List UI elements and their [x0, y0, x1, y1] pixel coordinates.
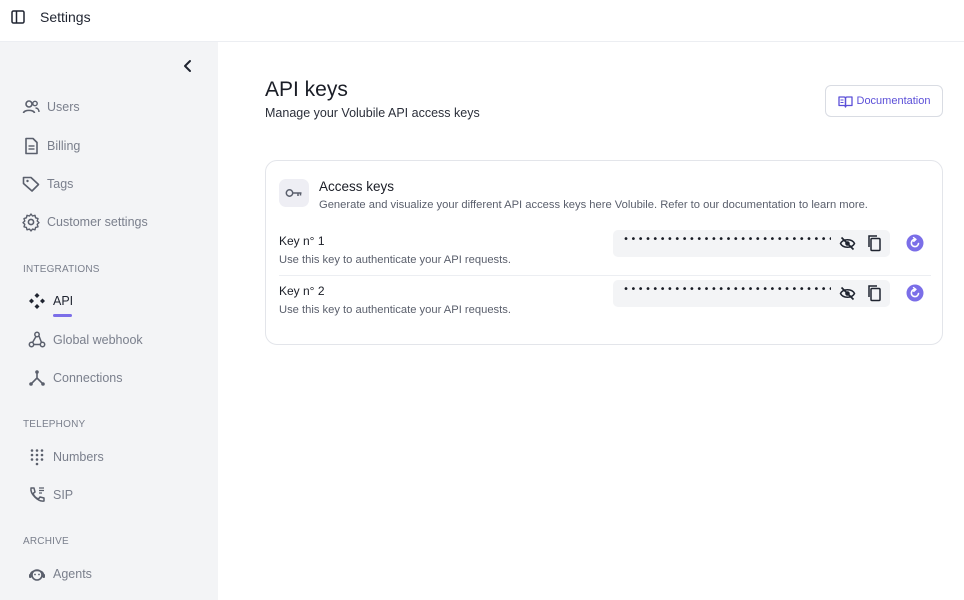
row-divider [279, 275, 931, 276]
sidebar-item-label: Agents [53, 567, 92, 581]
sidebar-item-label: Global webhook [53, 333, 143, 347]
eye-off-icon[interactable] [839, 285, 856, 302]
sidebar-item-sip[interactable]: SIP [27, 485, 73, 505]
chevron-left-icon[interactable] [180, 58, 196, 74]
sidebar-item-label: Numbers [53, 450, 104, 464]
masked-key: •••••••••••••••••••••••••••••• [623, 284, 831, 295]
eye-off-icon[interactable] [839, 235, 856, 252]
access-keys-card: Access keys Generate and visualize your … [265, 160, 943, 345]
key-row: Key n° 1 Use this key to authenticate yo… [279, 230, 931, 278]
main-content: API keys Manage your Volubile API access… [218, 42, 964, 600]
sidebar-item-agents[interactable]: Agents [27, 564, 92, 584]
sidebar-item-users[interactable]: Users [21, 97, 80, 117]
sidebar-item-label: SIP [53, 488, 74, 502]
regenerate-icon[interactable] [906, 284, 924, 302]
key-description: Use this key to authenticate your API re… [279, 254, 511, 266]
copy-icon[interactable] [866, 284, 882, 302]
sidebar-item-label: Users [47, 100, 80, 114]
sidebar-item-label: Customer settings [47, 215, 148, 229]
connections-icon [29, 370, 45, 386]
regenerate-icon[interactable] [906, 234, 924, 252]
masked-key: •••••••••••••••••••••••••••••• [623, 234, 831, 245]
section-title-archive: ARCHIVE [23, 536, 69, 547]
documentation-button[interactable]: Documentation [825, 85, 943, 117]
key-name: Key n° 2 [279, 284, 325, 298]
key-name: Key n° 1 [279, 234, 325, 248]
api-icon [29, 293, 45, 309]
key-icon [285, 189, 302, 197]
section-title-telephony: TELEPHONY [23, 419, 86, 430]
app-title: Settings [40, 9, 91, 25]
page-subtitle: Manage your Volubile API access keys [265, 106, 480, 120]
copy-icon[interactable] [866, 234, 882, 252]
sidebar-item-numbers[interactable]: Numbers [27, 447, 104, 467]
gear-icon [22, 213, 40, 232]
sidebar-item-api[interactable]: API [27, 291, 73, 311]
page-title: API keys [265, 78, 348, 101]
sidebar-item-label: Connections [53, 371, 123, 385]
sidebar-item-label: Tags [47, 177, 74, 191]
webhook-icon [28, 331, 46, 348]
key-row: Key n° 2 Use this key to authenticate yo… [279, 280, 931, 328]
key-badge [279, 179, 309, 207]
sidebar-item-label: API [53, 294, 74, 308]
tag-icon [22, 176, 40, 192]
documentation-button-label: Documentation [856, 95, 931, 107]
sidebar-item-global-webhook[interactable]: Global webhook [27, 330, 143, 350]
key-description: Use this key to authenticate your API re… [279, 304, 511, 316]
sidebar-item-customer-settings[interactable]: Customer settings [21, 212, 148, 232]
active-indicator [53, 314, 72, 317]
agent-icon [29, 569, 45, 581]
card-description: Generate and visualize your different AP… [319, 199, 868, 211]
sidebar-toggle-icon[interactable] [11, 10, 25, 24]
sip-phone-icon [30, 487, 45, 502]
section-title-integrations: INTEGRATIONS [23, 264, 100, 275]
sidebar-item-billing[interactable]: Billing [21, 136, 80, 156]
card-title: Access keys [319, 179, 395, 194]
sidebar: Users Billing Tags Customer settings INT… [0, 42, 218, 600]
dialpad-icon [30, 449, 44, 466]
sidebar-item-connections[interactable]: Connections [27, 368, 123, 388]
users-icon [22, 100, 40, 114]
sidebar-item-label: Billing [47, 139, 81, 153]
key-value-field[interactable]: •••••••••••••••••••••••••••••• [613, 230, 890, 257]
top-bar: Settings [0, 0, 964, 42]
key-value-field[interactable]: •••••••••••••••••••••••••••••• [613, 280, 890, 307]
book-icon [837, 95, 853, 108]
sidebar-item-tags[interactable]: Tags [21, 174, 73, 194]
document-icon [25, 137, 38, 155]
